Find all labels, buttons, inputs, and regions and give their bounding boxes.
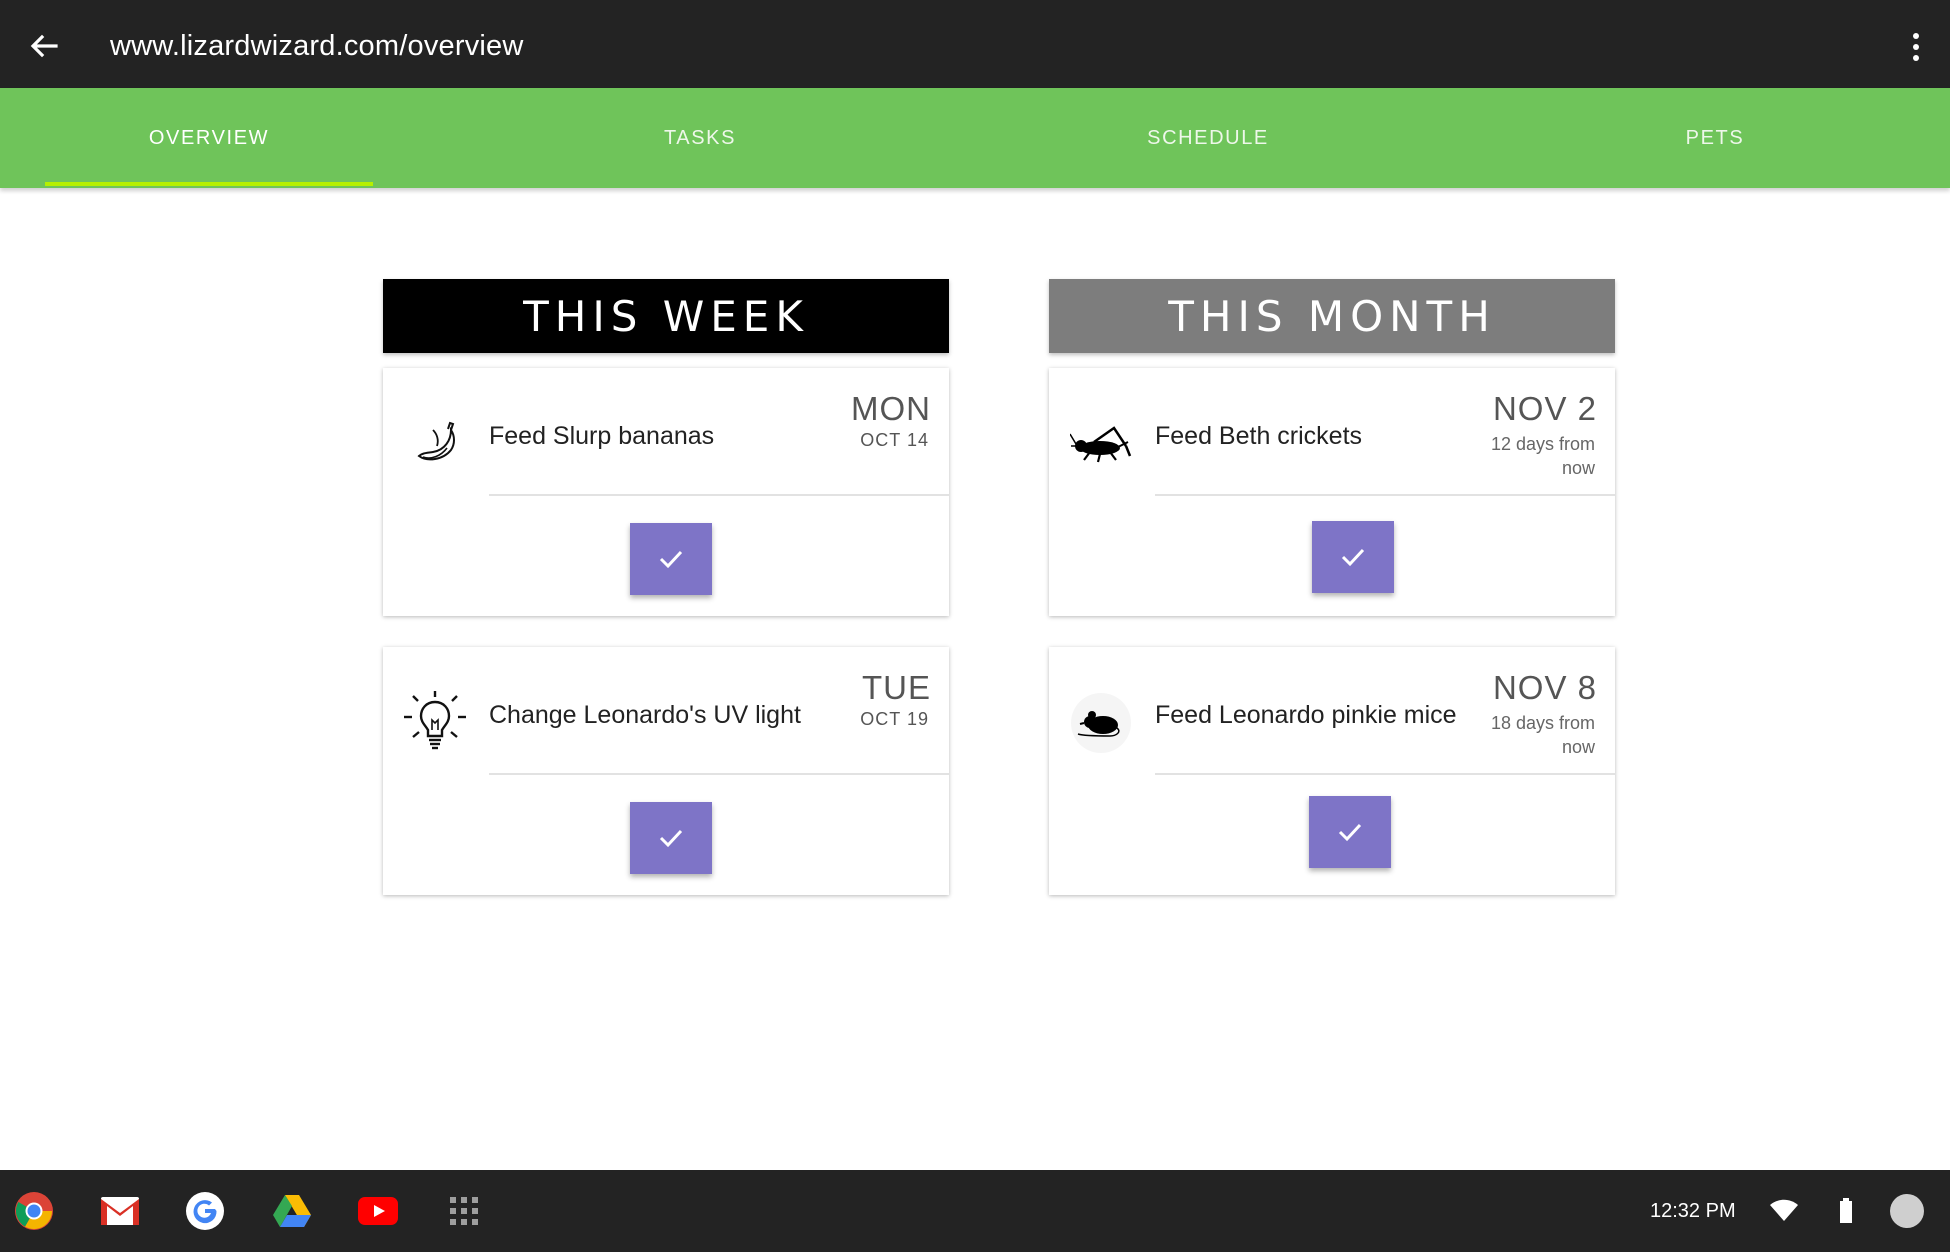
complete-task-button[interactable] — [1312, 521, 1394, 593]
more-vert-icon — [1913, 33, 1919, 61]
drive-icon[interactable] — [270, 1189, 314, 1233]
url-text[interactable]: www.lizardwizard.com/overview — [110, 30, 524, 63]
cricket-icon — [1067, 410, 1135, 478]
check-icon — [1341, 548, 1365, 567]
tab-tasks[interactable]: TASKS — [540, 88, 860, 188]
complete-task-button[interactable] — [630, 802, 712, 874]
back-button[interactable] — [24, 26, 64, 66]
check-icon — [659, 829, 683, 848]
task-title: Change Leonardo's UV light — [489, 701, 801, 729]
complete-task-button[interactable] — [1309, 796, 1391, 868]
task-card: Feed Beth crickets NOV 2 12 days from no… — [1049, 368, 1615, 616]
task-title: Feed Slurp bananas — [489, 422, 715, 450]
task-card: Feed Leonardo pinkie mice NOV 8 18 days … — [1049, 647, 1615, 895]
task-date: NOV 8 — [1492, 669, 1597, 706]
gmail-icon[interactable] — [98, 1189, 142, 1233]
tab-schedule[interactable]: SCHEDULE — [1048, 88, 1368, 188]
browser-toolbar: www.lizardwizard.com/overview — [0, 0, 1950, 88]
task-date: NOV 2 — [1492, 390, 1597, 427]
this-week-header: THIS WEEK — [383, 279, 949, 353]
task-title: Feed Leonardo pinkie mice — [1155, 701, 1457, 729]
battery-icon[interactable] — [1836, 1194, 1856, 1228]
lightbulb-icon — [401, 689, 469, 757]
more-menu-button[interactable] — [1902, 30, 1930, 64]
launcher-icon[interactable] — [442, 1189, 486, 1233]
complete-task-button[interactable] — [630, 523, 712, 595]
os-shelf: 12:32 PM — [0, 1170, 1950, 1252]
divider — [489, 494, 949, 496]
youtube-icon[interactable] — [356, 1189, 400, 1233]
mouse-icon — [1067, 689, 1135, 757]
task-title: Feed Beth crickets — [1155, 422, 1363, 450]
task-date: OCT 14 — [860, 430, 929, 450]
task-day: MON — [851, 390, 931, 427]
task-card: Feed Slurp bananas MON OCT 14 — [383, 368, 949, 616]
google-icon[interactable] — [183, 1189, 227, 1233]
tab-overview[interactable]: OVERVIEW — [45, 88, 373, 188]
task-relative-time: 18 days from now — [1490, 713, 1595, 757]
divider — [1155, 773, 1615, 775]
task-card: Change Leonardo's UV light TUE OCT 19 — [383, 647, 949, 895]
divider — [489, 773, 949, 775]
wifi-icon[interactable] — [1768, 1194, 1800, 1228]
divider — [1155, 494, 1615, 496]
tab-bar: OVERVIEW TASKS SCHEDULE PETS — [0, 88, 1950, 188]
avatar[interactable] — [1888, 1194, 1926, 1228]
clock-time[interactable]: 12:32 PM — [1650, 1200, 1736, 1223]
task-relative-time: 12 days from now — [1490, 434, 1595, 478]
arrow-back-icon — [30, 34, 58, 58]
check-icon — [659, 550, 683, 569]
task-day: TUE — [862, 669, 931, 706]
tab-pets[interactable]: PETS — [1555, 88, 1875, 188]
check-icon — [1338, 823, 1362, 842]
this-month-header: THIS MONTH — [1049, 279, 1615, 353]
chrome-icon[interactable] — [12, 1189, 56, 1233]
banana-icon — [401, 410, 469, 478]
active-tab-indicator — [45, 182, 373, 186]
task-date: OCT 19 — [860, 709, 929, 729]
